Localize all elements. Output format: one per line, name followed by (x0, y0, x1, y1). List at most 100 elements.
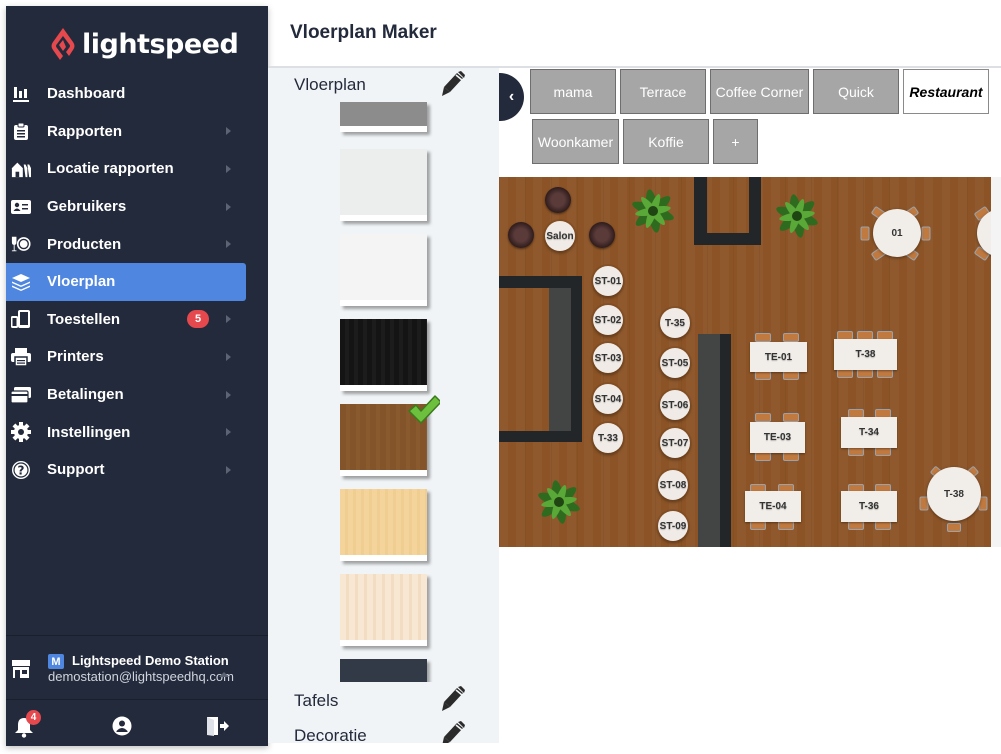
chair (750, 521, 766, 530)
swatch-birch[interactable] (340, 574, 427, 646)
stool-st-08[interactable]: ST-08 (658, 470, 688, 500)
swatch-fill (340, 489, 427, 555)
plant-icon[interactable] (629, 187, 677, 235)
sidebar-item-label: Gebruikers (47, 198, 127, 216)
sidebar-item-printers[interactable]: Printers (6, 338, 268, 376)
stool-salon[interactable]: Salon (545, 221, 575, 251)
stool-st-06[interactable]: ST-06 (660, 390, 690, 420)
table-t-38-round[interactable]: T-38 (927, 467, 981, 521)
sidebar: lightspeed Dashboard Rapporten Locatie r… (6, 6, 268, 746)
logout-button[interactable] (206, 716, 230, 741)
sidebar-item-vloerplan[interactable]: Vloerplan (6, 262, 246, 301)
tab-koffie[interactable]: Koffie (623, 119, 709, 164)
chair (848, 521, 864, 530)
notification-badge: 5 (187, 310, 209, 329)
swatch-light-oak[interactable] (340, 489, 427, 561)
swatch-fill (340, 319, 427, 385)
caret-up-icon (219, 672, 229, 677)
gear-icon (11, 422, 31, 443)
sidebar-item-support[interactable]: ? Support (6, 451, 268, 489)
edit-decoratie-button[interactable] (441, 721, 465, 743)
wall (720, 334, 731, 547)
tab-terrace[interactable]: Terrace (620, 69, 706, 114)
edit-vloerplan-button[interactable] (441, 71, 465, 97)
swatch-fill (340, 659, 427, 682)
station-name: Lightspeed Demo Station (72, 653, 229, 668)
chair (860, 226, 870, 241)
stool-t-33[interactable]: T-33 (593, 423, 623, 453)
sidebar-item-instellingen[interactable]: Instellingen (6, 413, 268, 451)
stool-st-04[interactable]: ST-04 (593, 384, 623, 414)
chair (877, 369, 893, 378)
chevron-right-icon (226, 390, 231, 399)
tab-woonkamer[interactable]: Woonkamer (532, 119, 619, 164)
sidebar-item-label: Support (47, 461, 105, 479)
stool-st-01[interactable]: ST-01 (593, 266, 623, 296)
sidebar-item-gebruikers[interactable]: Gebruikers (6, 188, 268, 226)
floorplan-canvas[interactable]: Salon ST-01 ST-02 ST-03 ST-04 T-33 T-35 … (499, 177, 991, 547)
divider (6, 699, 268, 700)
armchair[interactable] (589, 222, 615, 248)
table-t-34[interactable]: T-34 (841, 417, 897, 448)
sidebar-item-dashboard[interactable]: Dashboard (6, 75, 268, 113)
swatch-fill (340, 102, 427, 126)
sidebar-item-toestellen[interactable]: Toestellen 5 (6, 301, 268, 339)
logo: lightspeed (50, 24, 239, 64)
swatch-light-grey[interactable] (340, 149, 427, 221)
table-te-03[interactable]: TE-03 (750, 422, 805, 453)
sidebar-item-betalingen[interactable]: Betalingen (6, 376, 268, 414)
devices-icon (11, 309, 31, 329)
table-t-38-rect[interactable]: T-38 (834, 339, 897, 370)
chair (755, 413, 771, 422)
bar-counter (549, 288, 571, 431)
station-initial-badge: M (48, 654, 64, 669)
tab-mama[interactable]: mama (530, 69, 616, 114)
app-root: lightspeed Dashboard Rapporten Locatie r… (0, 0, 1001, 754)
sidebar-item-label: Instellingen (47, 423, 131, 441)
stool-st-07[interactable]: ST-07 (660, 428, 690, 458)
chair (755, 452, 771, 461)
station-switcher[interactable]: M Lightspeed Demo Station demostation@li… (6, 646, 268, 694)
plant-icon[interactable] (535, 477, 583, 527)
swatch-white[interactable] (340, 234, 427, 306)
tab-quick[interactable]: Quick (813, 69, 899, 114)
profile-button[interactable] (112, 716, 132, 741)
tab-coffee-corner[interactable]: Coffee Corner (710, 69, 809, 114)
sidebar-item-rapporten[interactable]: Rapporten (6, 113, 268, 151)
checkmark-icon (406, 394, 440, 426)
armchair[interactable] (545, 187, 571, 213)
stool-st-09[interactable]: ST-09 (658, 511, 688, 541)
swatch-fill (340, 574, 427, 640)
table-te-04[interactable]: TE-04 (745, 491, 801, 522)
stool-st-05[interactable]: ST-05 (660, 348, 690, 378)
swatch-black-wood[interactable] (340, 319, 427, 391)
collapse-panel-button[interactable]: ‹ (499, 73, 524, 121)
add-floor-tab-button[interactable]: + (713, 119, 758, 164)
stool-st-02[interactable]: ST-02 (593, 305, 623, 335)
table-01-round[interactable]: 01 (873, 209, 921, 257)
table-te-01[interactable]: TE-01 (750, 342, 807, 372)
sidebar-item-label: Vloerplan (47, 273, 116, 291)
chevron-right-icon (226, 164, 231, 173)
swatch-dark-slate[interactable] (340, 659, 427, 682)
stool-st-03[interactable]: ST-03 (593, 343, 623, 373)
chair (783, 333, 799, 342)
wall (749, 177, 761, 245)
section-decoratie-title: Decoratie (294, 726, 367, 743)
edit-tafels-button[interactable] (441, 686, 465, 712)
tab-restaurant[interactable]: Restaurant (903, 69, 989, 114)
sidebar-item-label: Toestellen (47, 310, 121, 328)
plant-icon[interactable] (773, 192, 821, 240)
armchair[interactable] (508, 222, 534, 248)
swatch-grey-concrete[interactable] (340, 102, 427, 132)
swatch-brown-wood[interactable] (340, 395, 440, 476)
store-icon (11, 660, 31, 683)
sidebar-item-producten[interactable]: Producten (6, 225, 268, 263)
chevron-left-icon: ‹ (508, 88, 515, 105)
stool-t-35[interactable]: T-35 (660, 308, 690, 338)
table-t-36[interactable]: T-36 (841, 491, 897, 522)
chair (921, 226, 931, 241)
sidebar-item-locatie-rapporten[interactable]: Locatie rapporten (6, 150, 268, 188)
floorplan-scroll-edge (991, 177, 1001, 547)
credit-cards-icon (11, 385, 31, 405)
